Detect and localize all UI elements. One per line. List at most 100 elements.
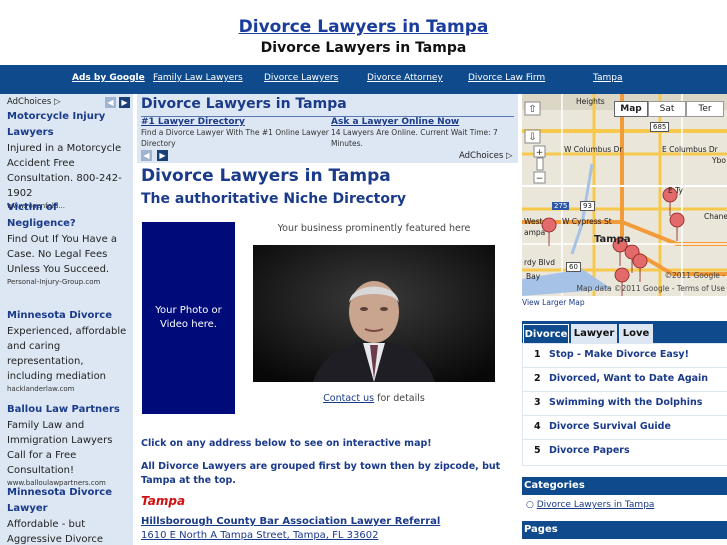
svg-text:+: + [536,148,544,158]
map-copyright: ©2011 Google - [664,271,725,280]
map-route-shield: 275 [552,202,570,210]
list-link[interactable]: Stop - Make Divorce Easy! [549,349,689,360]
tab-lawyer[interactable]: Lawyer [571,324,617,343]
list-item[interactable]: 3 Swimming with the Dolphins [523,392,727,416]
map-data-terms[interactable]: Map data ©2011 Google - Terms of Use [577,284,725,293]
prev-ad-arrow-icon[interactable]: ◀ [105,97,116,108]
svg-text:⇧: ⇧ [528,104,536,115]
pages-title: Pages [524,524,558,535]
map-instruction-text: Click on any address below to see on int… [141,438,432,449]
grouping-info-text: All Divorce Lawyers are grouped first by… [141,461,501,486]
presenter-image [253,245,495,382]
adchoices-label[interactable]: AdChoices ▷ [7,97,61,107]
ad-body: 14 Lawyers Are Online. Current Wait Time… [331,128,498,148]
photo-placeholder[interactable]: Your Photo or Video here. [142,222,235,414]
nav-link-family-law-lawyers[interactable]: Family Law Lawyers [153,73,243,83]
nav-link-divorce-lawyers[interactable]: Divorce Lawyers [264,73,338,83]
map-type-sat-button[interactable]: Sat [648,101,686,117]
tab-divorce[interactable]: Divorce [523,324,569,344]
page-subtitle: The authoritative Niche Directory [141,191,407,207]
svg-text:−: − [536,174,544,184]
map-label-tampa: Tampa [594,234,631,245]
list-link[interactable]: Divorce Papers [549,445,630,456]
ad-desc: Affordable - but Aggressive Divorce [7,519,104,545]
list-item[interactable]: 5 Divorce Papers [523,440,727,463]
left-ad-4[interactable]: Ballou Law Partners Family Law and Immig… [7,402,129,488]
ad-title[interactable]: Motorcycle Injury Lawyers [7,109,129,141]
ad-url[interactable]: Personal-Injury-Group.com [7,277,129,287]
map-label: Bay [526,272,541,281]
map-route-shield: 60 [566,262,581,272]
map-route-shield: 93 [580,201,595,211]
ads-by-google-link[interactable]: Ads by Google [72,73,145,83]
list-item[interactable]: 1 Stop - Make Divorce Easy! [523,344,727,368]
prev-ad-arrow-icon[interactable]: ◀ [141,150,152,161]
photo-placeholder-text: Your Photo or Video here. [155,305,222,330]
lawyer-name-link[interactable]: Hillsborough County Bar Association Lawy… [141,516,440,527]
map-label: Heights [576,97,605,106]
adchoices-icon: ▷ [53,97,61,107]
list-number: 4 [534,421,541,432]
list-item[interactable]: 2 Divorced, Want to Date Again [523,368,727,392]
list-link[interactable]: Swimming with the Dolphins [549,397,702,408]
list-link[interactable]: Divorced, Want to Date Again [549,373,708,384]
contact-line: Contact us for details [253,393,495,404]
map-label: W Cypress St [562,217,612,226]
ad-url[interactable]: hacklanderlaw.com [7,384,129,394]
center-ad-2[interactable]: Ask a Lawyer Online Now 14 Lawyers Are O… [331,117,520,149]
nav-link-divorce-law-firm[interactable]: Divorce Law Firm [468,73,545,83]
ad-desc: Experienced, affordable and caring repre… [7,326,127,382]
site-subtitle: Divorce Lawyers in Tampa [260,40,467,56]
map-label: E Columbus Dr [662,145,718,154]
map-type-map-button[interactable]: Map [614,101,648,117]
ad-title[interactable]: Minnesota Divorce Lawyer [7,485,129,517]
next-ad-arrow-icon[interactable]: ▶ [157,150,168,161]
center-ad-1[interactable]: #1 Lawyer Directory Find a Divorce Lawye… [141,117,330,149]
left-ad-1[interactable]: Motorcycle Injury Lawyers Injured in a M… [7,109,129,208]
adchoices-text: AdChoices [7,97,52,107]
nav-link-tampa[interactable]: Tampa [593,73,623,83]
featured-caption: Your business prominently featured here [277,223,471,234]
page-title: Divorce Lawyers in Tampa [141,166,391,186]
list-item[interactable]: 4 Divorce Survival Guide [523,416,727,440]
left-ad-5[interactable]: Minnesota Divorce Lawyer Affordable - bu… [7,485,129,545]
left-ad-column: AdChoices ▷ ◀ ▶ Motorcycle Injury Lawyer… [0,94,133,545]
map-label: ampa [524,228,546,237]
ad-title[interactable]: Ballou Law Partners [7,402,129,418]
pages-header: Pages [522,521,727,539]
contact-suffix: for details [374,393,425,404]
google-map[interactable]: ⇧ ⇩ + − Map Sat Ter Heights W Columbus D… [522,94,727,296]
featured-video[interactable] [253,245,495,382]
tab-article-list: 1 Stop - Make Divorce Easy! 2 Divorced, Wa… [522,343,727,466]
ad-body: Find a Divorce Lawyer With The #1 Online… [141,128,329,148]
category-link[interactable]: Divorce Lawyers in Tampa [537,500,655,510]
adchoices-label[interactable]: AdChoices ▷ [459,151,513,161]
adchoices-text: AdChoices [459,151,504,161]
map-label: rdy Blvd [524,258,555,267]
map-label: Chanel [704,212,727,221]
site-title-link[interactable]: Divorce Lawyers in Tampa [0,17,727,37]
next-ad-arrow-icon[interactable]: ▶ [119,97,130,108]
ad-title[interactable]: #1 Lawyer Directory [141,117,330,127]
ad-title[interactable]: Victim of Negligence? [7,200,129,232]
site-header: Divorce Lawyers in Tampa Divorce Lawyers… [0,0,727,64]
view-larger-map-link[interactable]: View Larger Map [522,298,585,307]
map-label: E Ty [668,186,683,195]
ad-desc: Family Law and Immigration Lawyers Call … [7,420,113,476]
list-link[interactable]: Divorce Survival Guide [549,421,671,432]
map-type-ter-button[interactable]: Ter [686,101,724,117]
left-ad-2[interactable]: Victim of Negligence? Find Out If You Ha… [7,200,129,287]
list-number: 3 [534,397,541,408]
lawyer-address-link[interactable]: 1610 E North A Tampa Street, Tampa, FL 3… [141,530,378,541]
nav-link-divorce-attorney[interactable]: Divorce Attorney [367,73,443,83]
ad-title[interactable]: Ask a Lawyer Online Now [331,117,520,127]
map-label: W Columbus Dr [564,145,623,154]
ad-title[interactable]: Minnesota Divorce [7,308,129,324]
tab-love[interactable]: Love [619,324,653,343]
category-item[interactable]: ○ Divorce Lawyers in Tampa [526,500,654,510]
map-route-shield: 685 [650,122,670,132]
ad-desc: Injured in a Motorcycle Accident Free Co… [7,143,122,199]
contact-us-link[interactable]: Contact us [323,393,374,404]
left-ad-3[interactable]: Minnesota Divorce Experienced, affordabl… [7,308,129,394]
ad-desc: Find Out If You Have a Case. No Legal Fe… [7,234,118,275]
